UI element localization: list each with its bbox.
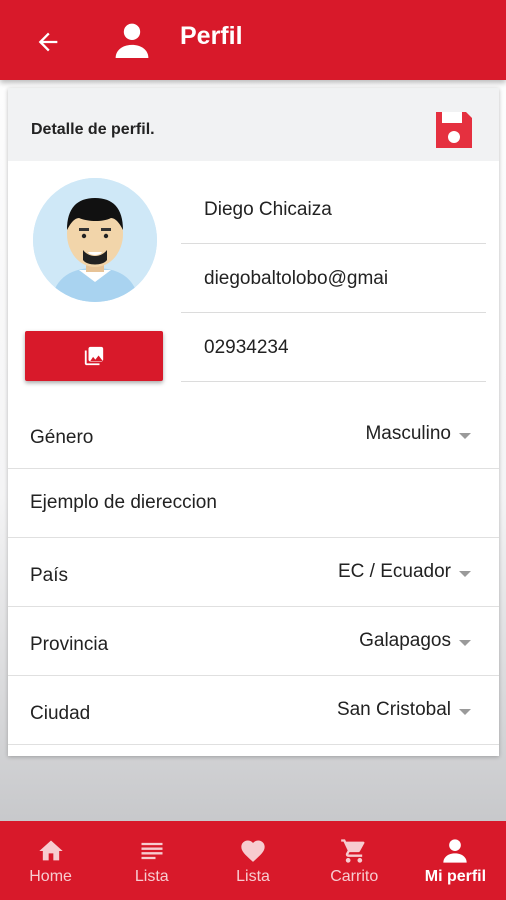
gender-label: Género: [30, 427, 94, 448]
nav-favorites-label: Lista: [236, 868, 270, 885]
dropdown-caret-icon: [459, 571, 471, 577]
nav-list[interactable]: Lista: [101, 821, 202, 900]
avatar: [33, 178, 157, 302]
change-photo-button[interactable]: [25, 331, 163, 381]
dropdown-caret-icon: [459, 709, 471, 715]
nav-cart[interactable]: Carrito: [304, 821, 405, 900]
province-value: Galapagos: [359, 630, 451, 651]
card-header-label: Detalle de perfil.: [31, 121, 155, 138]
heart-icon: [241, 840, 265, 862]
profile-card: Detalle de perfil. Diego Chicaiza diegob…: [8, 88, 499, 756]
nav-favorites[interactable]: Lista: [202, 821, 303, 900]
city-select[interactable]: Ciudad San Cristobal: [8, 676, 499, 745]
card-header: Detalle de perfil.: [8, 88, 499, 161]
page-title: Perfil: [180, 22, 243, 50]
photo-library-icon: [84, 346, 104, 366]
back-arrow-icon[interactable]: [30, 24, 66, 60]
province-label: Provincia: [30, 634, 109, 655]
list-icon: [141, 842, 163, 860]
city-value: San Cristobal: [336, 699, 451, 720]
province-select[interactable]: Provincia Galapagos: [8, 607, 499, 676]
nav-home[interactable]: Home: [0, 821, 101, 900]
dropdown-caret-icon: [459, 640, 471, 646]
country-label: País: [30, 565, 69, 586]
nav-list-label: Lista: [134, 868, 169, 885]
person-icon: [443, 839, 468, 863]
country-value: EC / Ecuador: [338, 561, 451, 582]
gender-select[interactable]: Género Masculino: [8, 400, 499, 469]
bottom-nav: Home Lista Lista Carrito Mi perfil: [0, 821, 506, 900]
nav-profile[interactable]: Mi perfil: [405, 821, 506, 900]
person-icon: [112, 22, 152, 58]
phone-field[interactable]: 02934234: [181, 314, 486, 382]
address-text: Ejemplo de diereccion: [30, 492, 217, 513]
app-bar: Perfil: [0, 0, 506, 80]
email-field[interactable]: diegobaltolobo@gmai: [181, 245, 486, 313]
nav-home-label: Home: [29, 868, 72, 885]
cart-icon: [341, 839, 365, 863]
gender-value: Masculino: [365, 423, 451, 444]
address-field[interactable]: Ejemplo de diereccion: [8, 469, 499, 538]
nav-cart-label: Carrito: [330, 868, 379, 885]
home-icon: [38, 840, 63, 861]
name-field[interactable]: Diego Chicaiza: [181, 176, 486, 244]
save-icon[interactable]: [432, 108, 476, 152]
dropdown-caret-icon: [459, 433, 471, 439]
nav-profile-label: Mi perfil: [424, 868, 487, 885]
country-select[interactable]: País EC / Ecuador: [8, 538, 499, 607]
city-label: Ciudad: [30, 703, 91, 724]
